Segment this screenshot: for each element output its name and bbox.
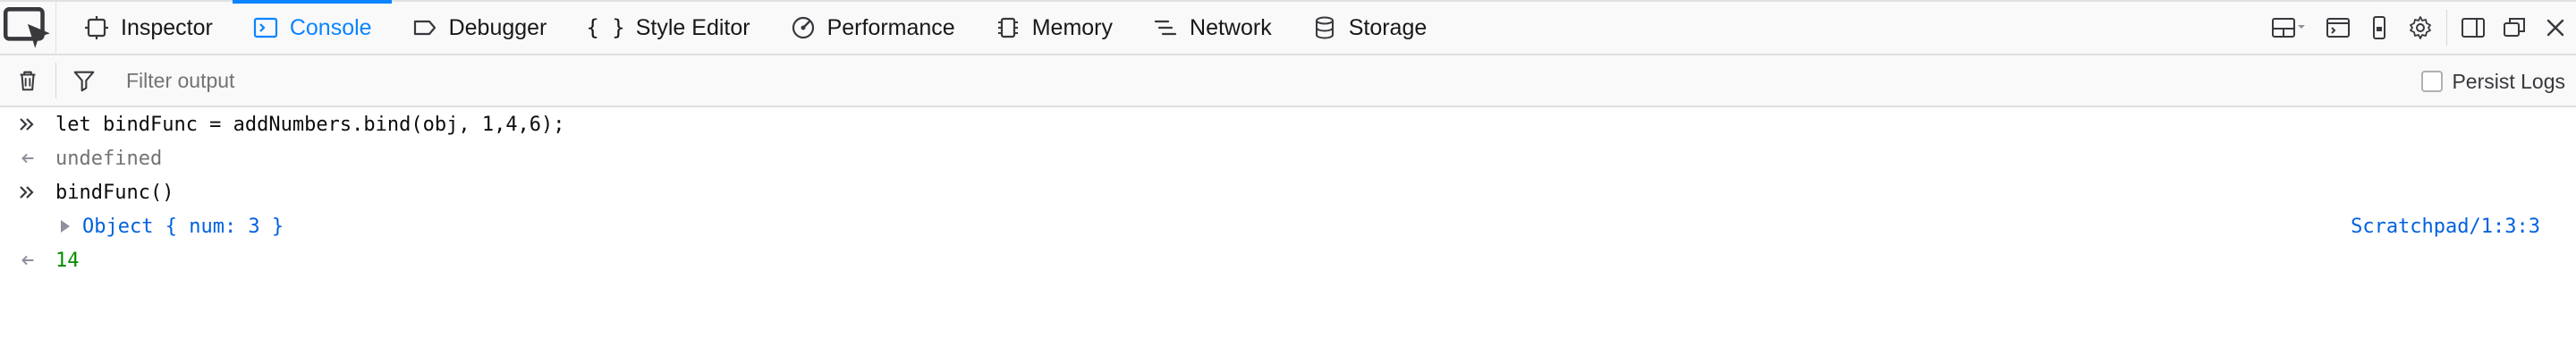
network-icon <box>1152 14 1179 41</box>
element-picker-button[interactable] <box>0 2 56 54</box>
toolbar-separator <box>2446 10 2447 46</box>
filter-funnel-icon <box>73 71 95 92</box>
close-icon <box>2546 19 2564 37</box>
console-result-line: 14 <box>0 243 2576 277</box>
console-input-line: bindFunc() <box>0 175 2576 209</box>
dock-layout-button[interactable] <box>2260 2 2318 54</box>
console-icon <box>252 14 279 41</box>
storage-icon <box>1311 14 1338 41</box>
result-arrow-icon <box>0 148 55 168</box>
console-output: let bindFunc = addNumbers.bind(obj, 1,4,… <box>0 107 2576 356</box>
tab-label: Network <box>1190 14 1272 40</box>
dock-layout-icon <box>2272 18 2305 38</box>
input-prompt-icon <box>0 114 55 135</box>
console-result-number: 14 <box>55 249 80 272</box>
tab-console[interactable]: Console <box>232 0 392 54</box>
sidebar-toggle-icon <box>2462 18 2485 38</box>
tab-debugger[interactable]: Debugger <box>392 2 567 54</box>
input-prompt-icon <box>0 182 55 203</box>
filter-output-input[interactable] <box>124 67 1738 94</box>
tab-label: Performance <box>826 14 955 40</box>
debugger-icon <box>411 14 438 41</box>
tab-label: Style Editor <box>635 14 750 40</box>
element-picker-icon <box>3 7 50 48</box>
performance-icon <box>790 14 817 41</box>
object-preview[interactable]: Object { num: 3 } <box>82 216 284 238</box>
settings-button[interactable] <box>2400 2 2441 54</box>
result-arrow-icon <box>0 250 55 270</box>
scratchpad-button[interactable] <box>2318 2 2359 54</box>
scratchpad-icon <box>2326 18 2350 38</box>
console-input-line: let bindFunc = addNumbers.bind(obj, 1,4,… <box>0 107 2576 141</box>
console-log-line: Object { num: 3 } Scratchpad/1:3:3 <box>0 209 2576 243</box>
tab-label: Memory <box>1031 14 1114 40</box>
trash-icon <box>20 71 36 91</box>
persist-logs-label: Persist Logs <box>2452 69 2565 93</box>
tab-storage[interactable]: Storage <box>1292 2 1447 54</box>
persist-logs-checkbox[interactable] <box>2421 71 2444 92</box>
clear-console-button[interactable] <box>0 55 55 106</box>
tab-label: Debugger <box>448 14 547 40</box>
persist-logs-toggle[interactable]: Persist Logs <box>2421 55 2565 107</box>
responsive-design-icon <box>2373 16 2385 39</box>
inspector-icon <box>83 14 110 41</box>
memory-icon <box>995 14 1021 41</box>
console-input-text: let bindFunc = addNumbers.bind(obj, 1,4,… <box>55 113 565 136</box>
tab-network[interactable]: Network <box>1132 2 1292 54</box>
settings-gear-icon <box>2410 16 2431 39</box>
console-input-text: bindFunc() <box>55 181 174 204</box>
tab-label: Storage <box>1348 14 1428 40</box>
responsive-design-button[interactable] <box>2359 2 2400 54</box>
tab-inspector[interactable]: Inspector <box>64 2 233 54</box>
filter-toggle-button[interactable] <box>56 55 112 106</box>
braces-icon: { } <box>586 15 625 40</box>
close-devtools-button[interactable] <box>2535 2 2576 54</box>
tab-label: Inspector <box>121 14 213 40</box>
tab-label: Console <box>289 14 372 40</box>
undock-icon <box>2504 18 2525 37</box>
source-link[interactable]: Scratchpad/1:3:3 <box>2351 216 2540 238</box>
console-filter-bar: Persist Logs <box>0 55 2576 107</box>
tab-style-editor[interactable]: { } Style Editor <box>566 2 769 54</box>
tab-memory[interactable]: Memory <box>975 2 1132 54</box>
console-result-text: undefined <box>55 147 163 170</box>
expand-triangle-icon[interactable] <box>61 220 70 233</box>
undock-button[interactable] <box>2494 2 2535 54</box>
tab-performance[interactable]: Performance <box>770 2 975 54</box>
devtools-toolbar: Inspector Console Debugger { } Style Edi… <box>0 0 2576 55</box>
console-result-line: undefined <box>0 141 2576 175</box>
sidebar-toggle-button[interactable] <box>2453 2 2494 54</box>
